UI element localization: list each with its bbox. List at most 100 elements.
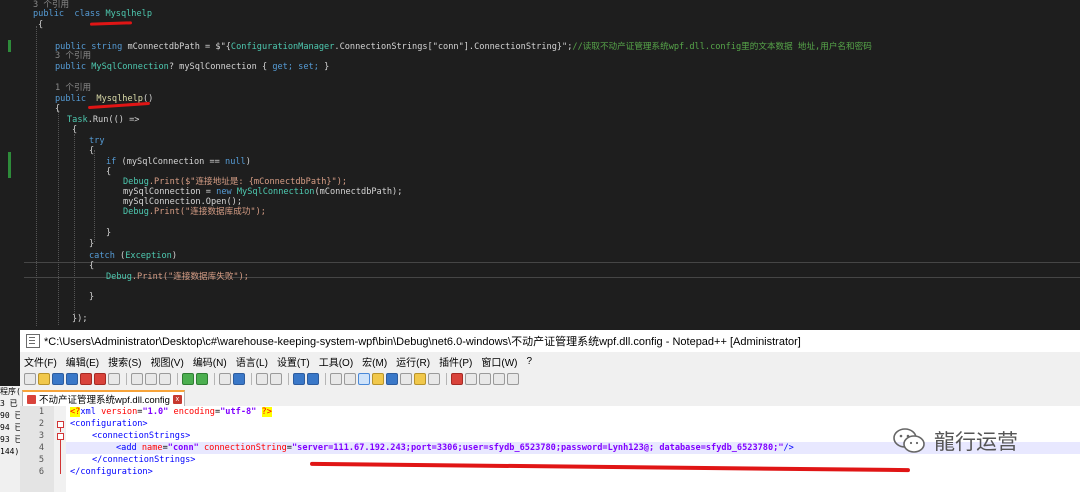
code-editor[interactable]: 3 个引用 public class Mysqlhelp { public st… <box>0 0 1080 330</box>
red-underline <box>89 21 133 26</box>
code-line: { <box>55 104 61 114</box>
line-number: 4 <box>38 443 44 453</box>
notepad-app-icon <box>26 334 40 348</box>
menu-language[interactable]: 语言(L) <box>236 354 268 369</box>
code-line: try <box>89 136 105 146</box>
menu-view[interactable]: 视图(V) <box>150 354 183 369</box>
play-macro-icon[interactable] <box>479 373 491 385</box>
menu-macro[interactable]: 宏(M) <box>362 354 387 369</box>
file-tab-label: 不动产证管理系统wpf.dll.config <box>39 395 170 406</box>
toolbar-separator <box>446 373 447 385</box>
undo-icon[interactable] <box>182 373 194 385</box>
save-macro-icon[interactable] <box>507 373 519 385</box>
code-line: { <box>38 20 44 30</box>
toolbar-separator <box>251 373 252 385</box>
file-tab[interactable]: 不动产证管理系统wpf.dll.config x <box>22 390 185 406</box>
save-icon[interactable] <box>52 373 64 385</box>
code-line: Debug.Print("连接数据库成功"); <box>123 207 266 217</box>
window-title-bar[interactable]: *C:\Users\Administrator\Desktop\c#\wareh… <box>20 330 1080 352</box>
code-line: public MySqlConnection? mySqlConnection … <box>55 62 330 72</box>
code-line: Debug.Print($"连接地址是: {mConnectdbPath}"); <box>123 177 348 187</box>
code-line: { <box>89 146 95 156</box>
record-macro-icon[interactable] <box>451 373 463 385</box>
code-line: 1 个引用 <box>55 83 92 93</box>
open-file-icon[interactable] <box>38 373 50 385</box>
menu-settings[interactable]: 设置(T) <box>277 354 310 369</box>
print-icon[interactable] <box>108 373 120 385</box>
sync-vertical-icon[interactable] <box>293 373 305 385</box>
code-line: { <box>106 167 112 177</box>
document-map-icon[interactable] <box>386 373 398 385</box>
editor-gutter <box>0 0 22 330</box>
code-line: }); <box>72 314 88 324</box>
notepad-window[interactable]: *C:\Users\Administrator\Desktop\c#\wareh… <box>20 330 1080 492</box>
change-marker <box>8 152 11 178</box>
user-language-icon[interactable] <box>372 373 384 385</box>
close-all-icon[interactable] <box>94 373 106 385</box>
code-line: public class Mysqlhelp <box>33 9 153 19</box>
new-file-icon[interactable] <box>24 373 36 385</box>
indent-guide <box>36 26 37 326</box>
copy-icon[interactable] <box>145 373 157 385</box>
replace-icon[interactable] <box>233 373 245 385</box>
play-multiple-macro-icon[interactable] <box>493 373 505 385</box>
fold-line <box>60 440 61 474</box>
code-line: if (mySqlConnection == null) <box>106 157 251 167</box>
menu-search[interactable]: 搜索(S) <box>108 354 141 369</box>
line-number: 2 <box>38 419 44 429</box>
indent-guide-icon[interactable] <box>358 373 370 385</box>
save-all-icon[interactable] <box>66 373 78 385</box>
code-line: </connectionStrings> <box>92 455 196 465</box>
code-line: <?xml version="1.0" encoding="utf-8" ?> <box>70 407 272 417</box>
menu-window[interactable]: 窗口(W) <box>481 354 517 369</box>
word-wrap-icon[interactable] <box>330 373 342 385</box>
code-line: </configuration> <box>70 467 153 477</box>
toolbar <box>20 370 1080 388</box>
monitoring-icon[interactable] <box>428 373 440 385</box>
paste-icon[interactable] <box>159 373 171 385</box>
code-line: public string mConnectdbPath = $"{Config… <box>55 42 872 52</box>
stop-macro-icon[interactable] <box>465 373 477 385</box>
code-line: } <box>89 239 95 249</box>
redo-icon[interactable] <box>196 373 208 385</box>
code-line: { <box>89 261 95 271</box>
function-list-icon[interactable] <box>400 373 412 385</box>
fold-toggle-icon[interactable] <box>57 421 64 428</box>
code-line: <add name="conn" connectionString="serve… <box>116 443 794 453</box>
toolbar-separator <box>325 373 326 385</box>
code-line: Debug.Print("连接数据库失败"); <box>106 272 249 282</box>
line-number: 5 <box>38 455 44 465</box>
menu-run[interactable]: 运行(R) <box>396 354 430 369</box>
menu-edit[interactable]: 编辑(E) <box>66 354 99 369</box>
zoom-in-icon[interactable] <box>256 373 268 385</box>
code-line: <configuration> <box>70 419 148 429</box>
folder-workspace-icon[interactable] <box>414 373 426 385</box>
menu-help[interactable]: ? <box>527 356 533 367</box>
fold-toggle-icon[interactable] <box>57 433 64 440</box>
indent-guide <box>58 110 59 325</box>
toolbar-separator <box>126 373 127 385</box>
fold-line <box>60 428 61 432</box>
menu-file[interactable]: 文件(F) <box>24 354 57 369</box>
code-line: } <box>89 292 95 302</box>
find-icon[interactable] <box>219 373 231 385</box>
code-line: Task.Run(() => <box>67 115 140 125</box>
code-line: mySqlConnection = new MySqlConnection(mC… <box>123 187 403 197</box>
close-icon[interactable] <box>80 373 92 385</box>
watermark: 龍行运营 <box>892 426 1018 456</box>
toolbar-separator <box>214 373 215 385</box>
menu-tools[interactable]: 工具(O) <box>319 354 353 369</box>
change-marker <box>8 40 11 52</box>
tab-bar: 不动产证管理系统wpf.dll.config x <box>20 388 1080 406</box>
left-panel-fragment: 程序(S) 3 已 90 已 94 已 93 已 144) <box>0 386 20 492</box>
menu-plugins[interactable]: 插件(P) <box>439 354 472 369</box>
code-line: catch (Exception) <box>89 251 177 261</box>
toolbar-separator <box>177 373 178 385</box>
window-title: *C:\Users\Administrator\Desktop\c#\wareh… <box>44 336 801 348</box>
menu-encoding[interactable]: 编码(N) <box>193 354 227 369</box>
tab-close-icon[interactable]: x <box>172 394 182 404</box>
show-all-chars-icon[interactable] <box>344 373 356 385</box>
sync-horizontal-icon[interactable] <box>307 373 319 385</box>
zoom-out-icon[interactable] <box>270 373 282 385</box>
cut-icon[interactable] <box>131 373 143 385</box>
